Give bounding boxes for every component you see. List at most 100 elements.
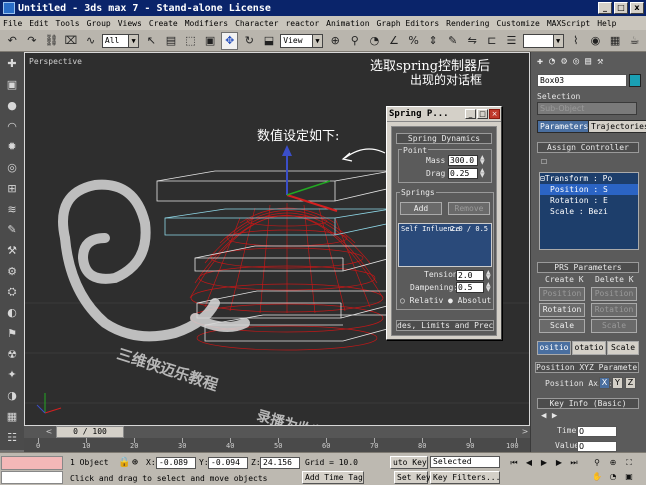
link-icon[interactable]: ⛓ (43, 32, 60, 50)
display-icon[interactable]: ◐ (4, 305, 20, 321)
menu-character[interactable]: Character (235, 19, 278, 28)
close-button[interactable]: x (630, 2, 644, 14)
reactor-icon[interactable]: ☢ (4, 346, 20, 362)
bind-space-warp-icon[interactable]: ∿ (82, 32, 99, 50)
relative-radio[interactable]: ○ Relativ (400, 296, 443, 305)
key-info-rollout[interactable]: Key Info (Basic) (537, 398, 639, 409)
prs-parameters-rollout[interactable]: PRS Parameters (537, 262, 639, 273)
add-spring-button[interactable]: Add (400, 202, 442, 215)
rect-selection-icon[interactable]: ⬚ (182, 32, 199, 50)
space-warps-icon[interactable]: ≋ (4, 201, 20, 217)
play-icon[interactable]: ▶ (537, 457, 551, 469)
assign-controller-rollout[interactable]: Assign Controller (537, 142, 639, 153)
track-bar[interactable]: 0 10 20 30 40 50 60 70 80 90 100 (24, 438, 530, 452)
create-rotation-key-button[interactable]: Rotation (539, 303, 585, 317)
tab-trajectories[interactable]: Trajectories (588, 120, 646, 133)
dialog-close-button[interactable]: × (489, 109, 500, 119)
dialog-maximize-button[interactable]: □ (477, 109, 488, 119)
select-object-icon[interactable]: ↖ (143, 32, 160, 50)
sphere-icon[interactable]: ● (4, 97, 20, 113)
menu-modifiers[interactable]: Modifiers (185, 19, 228, 28)
time-slider[interactable]: < 0 / 100 > (24, 426, 530, 438)
menu-help[interactable]: Help (597, 19, 616, 28)
tension-field[interactable]: 2.0 (456, 270, 484, 281)
shading-icon[interactable]: ◑ (4, 388, 20, 404)
tree-row-transform[interactable]: ⊟Transform : Po (540, 173, 638, 184)
dampening-spinner[interactable]: ▲ ▼ (486, 282, 491, 293)
auto-key-button[interactable]: uto Key (390, 456, 428, 469)
box-icon[interactable]: ▣ (4, 77, 20, 93)
motion-icon[interactable]: ⛭ (4, 284, 20, 300)
menu-maxscript[interactable]: MAXScript (547, 19, 590, 28)
menu-tools[interactable]: Tools (56, 19, 80, 28)
create-scale-key-button[interactable]: Scale (539, 319, 585, 333)
create-tab-icon[interactable]: ✚ ◔ ⚙ ◎ ▤ ⚒ (537, 56, 603, 67)
time-prev-arrow[interactable]: < (44, 426, 54, 438)
delete-rotation-key-button[interactable]: Rotation (591, 303, 637, 317)
menu-file[interactable]: File (3, 19, 22, 28)
spinner-snap-icon[interactable]: ⇕ (425, 32, 442, 50)
add-time-tag-button[interactable]: Add Time Tag (302, 471, 364, 484)
particles-icon[interactable]: ✦ (4, 367, 20, 383)
zoom-extents-icon[interactable]: ⛶ (622, 457, 636, 469)
mirror-icon[interactable]: ⇋ (464, 32, 481, 50)
subobject-dropdown[interactable]: Sub-Object (537, 102, 637, 115)
menu-graph-editors[interactable]: Graph Editors (377, 19, 440, 28)
schematic-icon[interactable]: ☷ (4, 429, 20, 445)
set-key-button[interactable]: Set Key (394, 471, 431, 484)
window-crossing-icon[interactable]: ▣ (202, 32, 219, 50)
key-nav-arrows-icon[interactable]: ◀ ▶ (541, 411, 557, 421)
object-color-swatch[interactable] (629, 74, 641, 87)
create-position-key-button[interactable]: Position (539, 287, 585, 301)
remove-spring-button[interactable]: Remove (448, 202, 490, 215)
menu-reactor[interactable]: reactor (285, 19, 319, 28)
absolute-mode-icon[interactable]: ⊕ (132, 457, 138, 468)
layer-manager-icon[interactable]: ☰ (503, 32, 520, 50)
redo-icon[interactable]: ↷ (24, 32, 41, 50)
undo-icon[interactable]: ↶ (4, 32, 21, 50)
spring-dialog-titlebar[interactable]: Spring P... _ □ × (387, 107, 501, 122)
tree-row-position[interactable]: Position : S (540, 184, 638, 195)
object-name-field[interactable]: Box03 (537, 74, 627, 87)
render-icon[interactable]: ▦ (4, 408, 20, 424)
selection-filter-dropdown[interactable]: All ▼ (101, 33, 140, 48)
drag-field[interactable]: 0.25 (448, 168, 478, 179)
systems-icon[interactable]: ✎ (4, 222, 20, 238)
curve-editor-icon[interactable]: ⌇ (568, 32, 585, 50)
prs-tab-scale[interactable]: Scale (607, 341, 639, 355)
create-icon[interactable]: ✚ (4, 56, 20, 72)
select-and-move-icon[interactable]: ✥ (221, 31, 239, 50)
key-value-field[interactable]: 0 (577, 441, 617, 452)
edit-named-sel-icon[interactable]: ✎ (444, 32, 461, 50)
key-filters-button[interactable]: Key Filters... (430, 471, 500, 484)
maximize-button[interactable]: □ (614, 2, 628, 14)
go-to-end-icon[interactable]: ⏭ (567, 457, 581, 469)
render-scene-icon[interactable]: ▦ (607, 32, 624, 50)
dialog-minimize-button[interactable]: _ (465, 109, 476, 119)
absolute-radio[interactable]: ● Absolut (448, 296, 491, 305)
menu-customize[interactable]: Customize (497, 19, 540, 28)
minimize-button[interactable]: _ (598, 2, 612, 14)
zoom-all-icon[interactable]: ⊕ (606, 457, 620, 469)
named-selection-dropdown[interactable]: ▼ (522, 33, 564, 48)
tab-parameters[interactable]: Parameters (537, 120, 592, 133)
drag-spinner[interactable]: ▲ ▼ (480, 168, 485, 179)
align-icon[interactable]: ⊏ (484, 32, 501, 50)
next-frame-icon[interactable]: ▶ (552, 457, 566, 469)
tree-row-scale[interactable]: Scale : Bezi (540, 206, 638, 217)
select-and-manipulate-icon[interactable]: ⚲ (347, 32, 364, 50)
quick-render-icon[interactable]: ☕ (626, 32, 643, 50)
helpers-icon[interactable]: ⊞ (4, 180, 20, 196)
cameras-icon[interactable]: ◎ (4, 160, 20, 176)
select-and-scale-icon[interactable]: ⬓ (261, 32, 278, 50)
forces-limits-rollout[interactable]: des, Limits and Precis (396, 320, 494, 331)
hierarchy-icon[interactable]: ⚙ (4, 263, 20, 279)
go-to-start-icon[interactable]: ⏮ (507, 457, 521, 469)
delete-position-key-button[interactable]: Position (591, 287, 637, 301)
modifiers-icon[interactable]: ⚒ (4, 243, 20, 259)
menu-edit[interactable]: Edit (29, 19, 48, 28)
lights-icon[interactable]: ✹ (4, 139, 20, 155)
menu-group[interactable]: Group (87, 19, 111, 28)
menu-views[interactable]: Views (118, 19, 142, 28)
select-and-rotate-icon[interactable]: ↻ (241, 32, 258, 50)
